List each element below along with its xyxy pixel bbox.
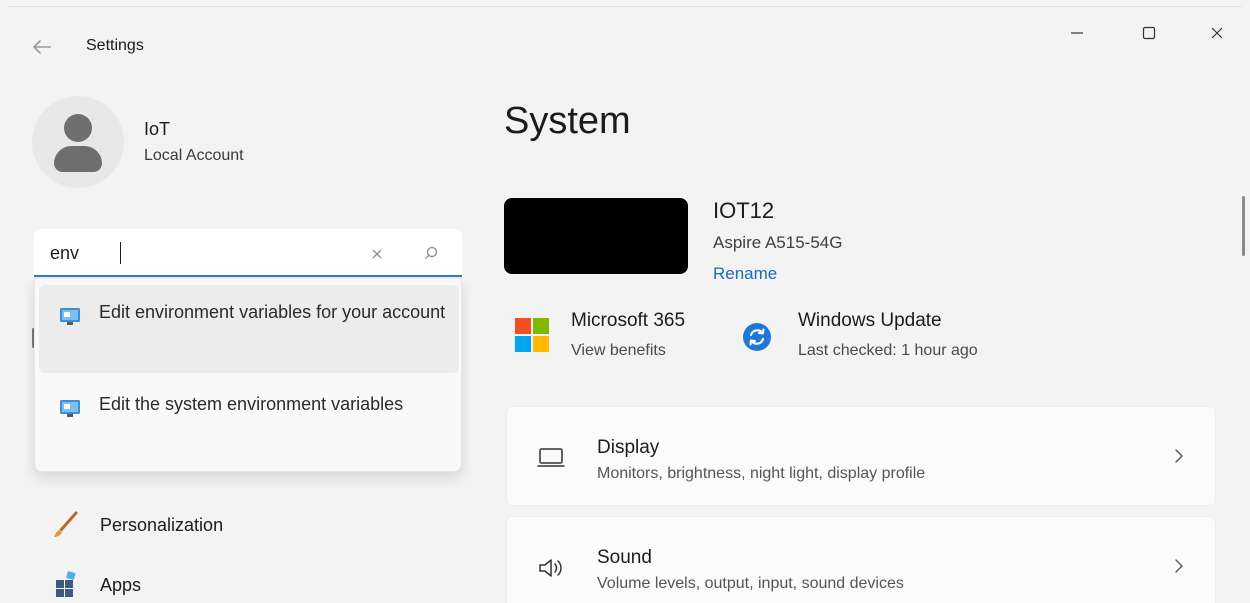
sidebar-item-label: Apps: [100, 574, 142, 595]
text-caret: [120, 242, 121, 264]
avatar-head: [64, 114, 92, 142]
monitor-icon: [535, 443, 567, 473]
rename-link[interactable]: Rename: [713, 264, 777, 284]
app-title: Settings: [86, 37, 144, 54]
settings-window: Settings IoT Local Account env Edit envi…: [0, 0, 1250, 603]
sidebar-item-apps[interactable]: Apps: [40, 561, 460, 603]
card-description: Volume levels, output, input, sound devi…: [597, 575, 904, 592]
sound-card[interactable]: Sound Volume levels, output, input, soun…: [506, 516, 1216, 603]
microsoft-logo-icon: [515, 318, 549, 352]
chevron-right-icon: [1169, 555, 1189, 577]
search-input[interactable]: env: [50, 243, 79, 264]
chevron-right-icon: [1169, 445, 1189, 467]
speaker-icon: [535, 553, 567, 583]
suggestion-label: Edit the system environment variables: [99, 394, 404, 414]
account-name: IoT: [144, 119, 171, 139]
maximize-button[interactable]: [1126, 14, 1172, 52]
close-icon: [1211, 27, 1223, 39]
control-panel-icon: [60, 308, 80, 325]
microsoft-365-subtitle[interactable]: View benefits: [571, 342, 666, 360]
windows-update-subtitle[interactable]: Last checked: 1 hour ago: [798, 342, 978, 360]
control-panel-icon: [60, 400, 80, 417]
device-model: Aspire A515-54G: [713, 233, 843, 252]
brush-icon: [46, 509, 86, 541]
minimize-button[interactable]: [1054, 14, 1100, 52]
apps-icon: [46, 569, 86, 601]
minimize-icon: [1071, 32, 1083, 34]
avatar-body: [54, 146, 102, 172]
search-field[interactable]: env: [34, 229, 462, 277]
card-description: Monitors, brightness, night light, displ…: [597, 465, 926, 482]
account-type: Local Account: [144, 147, 244, 164]
display-card[interactable]: Display Monitors, brightness, night ligh…: [506, 406, 1216, 506]
page-title: System: [504, 100, 631, 142]
suggestion-item[interactable]: Edit environment variables for your acco…: [39, 285, 459, 373]
windows-update-icon: [743, 323, 771, 351]
suggestion-label: Edit environment variables for your acco…: [99, 302, 446, 322]
suggestion-item[interactable]: Edit the system environment variables: [39, 377, 459, 465]
back-arrow-icon[interactable]: [30, 36, 54, 58]
clear-search-icon[interactable]: [366, 243, 388, 265]
search-icon[interactable]: [420, 242, 442, 264]
sidebar-item-label: Personalization: [100, 514, 224, 535]
device-name: IOT12: [713, 198, 775, 223]
device-image: [504, 198, 688, 274]
card-title: Display: [597, 437, 660, 458]
close-button[interactable]: [1194, 14, 1240, 52]
sidebar-item-personalization[interactable]: Personalization: [40, 501, 460, 549]
avatar[interactable]: [32, 96, 124, 188]
card-title: Sound: [597, 547, 652, 568]
search-suggestions: Edit environment variables for your acco…: [34, 278, 462, 472]
maximize-icon: [1142, 26, 1156, 40]
microsoft-365-title[interactable]: Microsoft 365: [571, 310, 685, 332]
windows-update-title[interactable]: Windows Update: [798, 310, 942, 332]
scrollbar-thumb[interactable]: [1242, 196, 1245, 256]
